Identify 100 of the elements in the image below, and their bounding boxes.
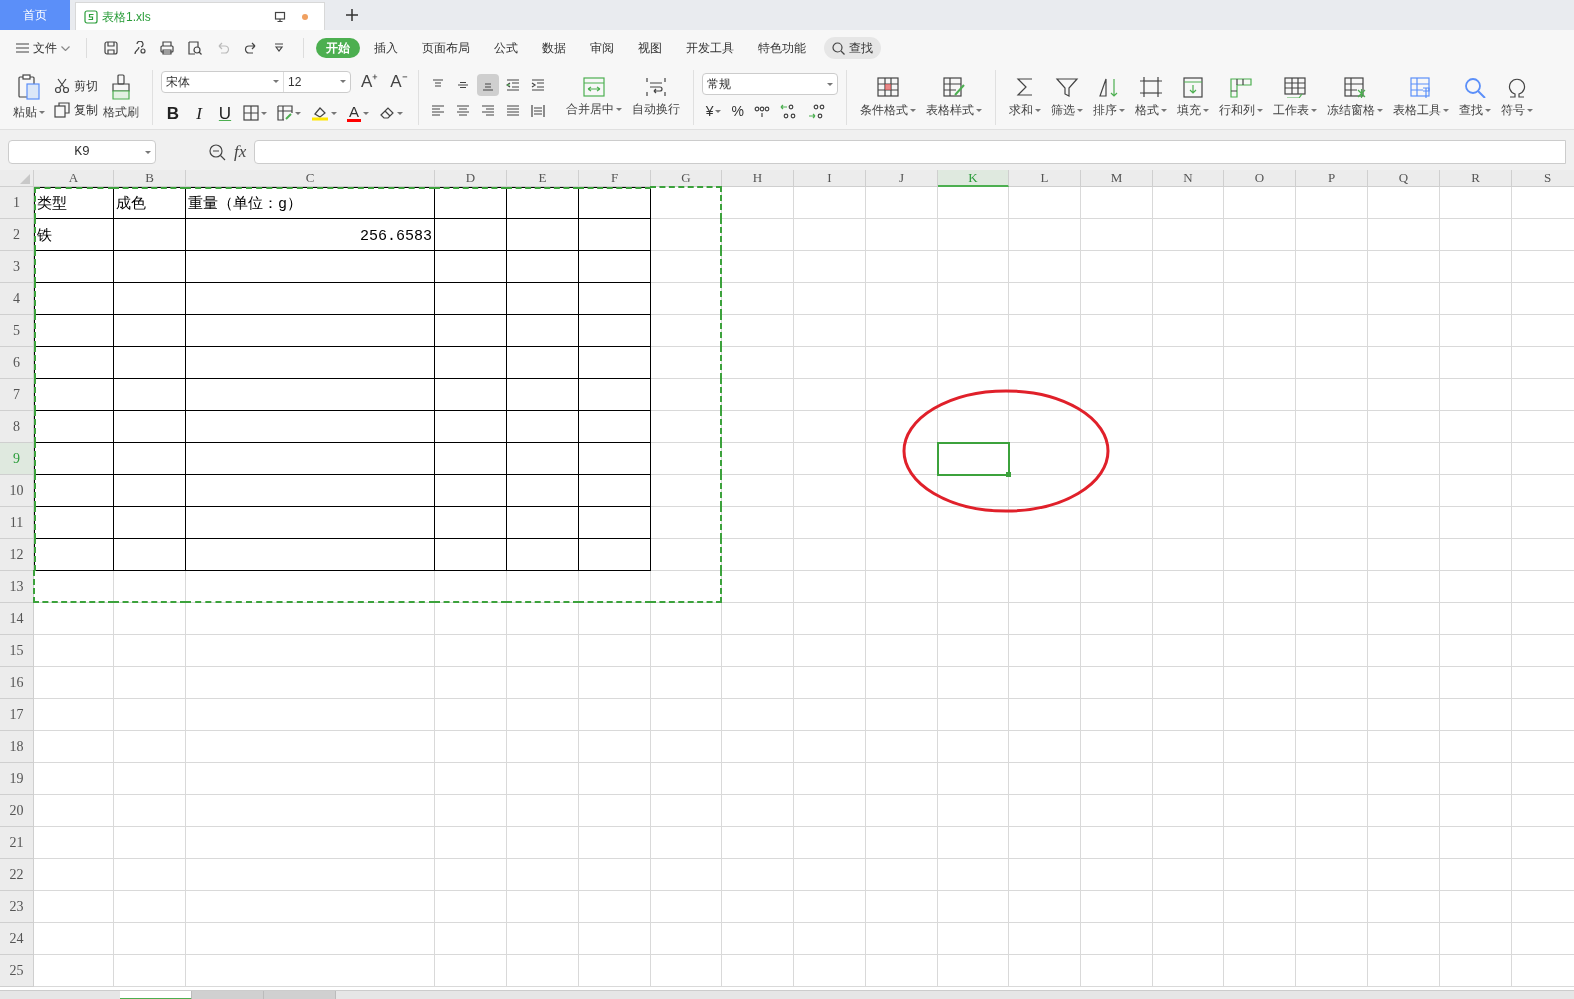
filter-button[interactable]: 筛选 bbox=[1045, 66, 1088, 129]
ribbon-tab[interactable]: 特色功能 bbox=[748, 38, 816, 58]
clear-button[interactable] bbox=[379, 105, 403, 122]
column-header[interactable]: J bbox=[866, 170, 938, 187]
caret-icon bbox=[1256, 108, 1263, 112]
decrease-font-button[interactable]: A⁻ bbox=[388, 69, 410, 95]
align-center-icon bbox=[455, 103, 470, 118]
row-header[interactable]: 18 bbox=[0, 731, 34, 763]
italic-button[interactable]: I bbox=[191, 100, 207, 126]
format-painter-button[interactable]: 格式刷 bbox=[98, 66, 144, 129]
row-header[interactable]: 19 bbox=[0, 763, 34, 795]
conditional-format-button[interactable]: 条件格式 bbox=[854, 66, 921, 129]
column-header[interactable]: O bbox=[1224, 170, 1296, 187]
column-header[interactable]: N bbox=[1153, 170, 1224, 187]
search-button[interactable]: 查找 bbox=[1453, 66, 1496, 129]
tab-title: 表格1.xls bbox=[102, 8, 152, 26]
column-header[interactable]: G bbox=[651, 170, 722, 187]
fill-button[interactable]: 填充 bbox=[1171, 66, 1214, 129]
row-header[interactable]: 4 bbox=[0, 283, 34, 315]
row-header[interactable]: 5 bbox=[0, 315, 34, 347]
row-header[interactable]: 17 bbox=[0, 699, 34, 731]
column-header[interactable]: C bbox=[186, 170, 435, 187]
row-header[interactable]: 2 bbox=[0, 219, 34, 251]
sort-button[interactable]: 排序 bbox=[1087, 66, 1130, 129]
row-header[interactable]: 14 bbox=[0, 603, 34, 635]
search-button[interactable]: 查找 bbox=[824, 37, 881, 59]
paintbrush-icon bbox=[111, 74, 131, 100]
worksheet-button[interactable]: 工作表 bbox=[1267, 66, 1322, 129]
ribbon-tab[interactable]: 视图 bbox=[628, 38, 672, 58]
sheet-tab[interactable] bbox=[120, 991, 192, 999]
paste-button[interactable]: 粘贴 bbox=[8, 66, 50, 129]
table-style-button[interactable]: 表格样式 bbox=[920, 66, 987, 129]
undo-icon bbox=[216, 41, 230, 55]
column-header[interactable]: F bbox=[579, 170, 651, 187]
row-header[interactable]: 15 bbox=[0, 635, 34, 667]
row-header[interactable]: 21 bbox=[0, 827, 34, 859]
column-header[interactable]: P bbox=[1296, 170, 1368, 187]
row-header[interactable]: 22 bbox=[0, 859, 34, 891]
currency-button[interactable]: ¥ bbox=[705, 101, 722, 122]
cut-button[interactable]: 剪切 bbox=[54, 76, 98, 95]
row-header[interactable]: 25 bbox=[0, 955, 34, 987]
file-tab[interactable]: 表格1.xls bbox=[75, 2, 325, 30]
sum-button[interactable]: 求和 bbox=[1003, 66, 1046, 129]
percent-button[interactable]: % bbox=[731, 101, 744, 122]
fill-color-button[interactable] bbox=[311, 105, 337, 122]
row-header[interactable]: 3 bbox=[0, 251, 34, 283]
row-header[interactable]: 6 bbox=[0, 347, 34, 379]
row-header[interactable]: 23 bbox=[0, 891, 34, 923]
cell-style-button[interactable] bbox=[277, 105, 301, 122]
column-header[interactable]: B bbox=[114, 170, 186, 187]
ribbon-tab[interactable]: 审阅 bbox=[580, 38, 624, 58]
ribbon-tab[interactable]: 页面布局 bbox=[412, 38, 480, 58]
caret-icon bbox=[826, 82, 833, 86]
row-header[interactable]: 1 bbox=[0, 187, 34, 219]
column-header[interactable]: M bbox=[1081, 170, 1153, 187]
freeze-panes-button[interactable]: 冻结窗格 bbox=[1321, 66, 1388, 129]
row-header[interactable]: 7 bbox=[0, 379, 34, 411]
rows-columns-button[interactable]: 行和列 bbox=[1213, 66, 1268, 129]
row-header[interactable]: 13 bbox=[0, 571, 34, 603]
row-header[interactable]: 24 bbox=[0, 923, 34, 955]
fill-handle[interactable] bbox=[1006, 472, 1011, 477]
column-header[interactable]: I bbox=[794, 170, 866, 187]
column-header[interactable]: L bbox=[1009, 170, 1081, 187]
table-tools-button[interactable]: 表格工具 bbox=[1387, 66, 1454, 129]
ribbon-tab[interactable]: 插入 bbox=[364, 38, 408, 58]
increase-decimal-button[interactable] bbox=[779, 103, 798, 120]
column-header[interactable]: A bbox=[34, 170, 114, 187]
file-menu[interactable]: 文件 bbox=[12, 39, 74, 57]
format-button[interactable]: 格式 bbox=[1129, 66, 1172, 129]
bold-button[interactable]: B bbox=[165, 100, 181, 126]
formula-input[interactable] bbox=[254, 140, 1566, 164]
row-header[interactable]: 10 bbox=[0, 475, 34, 507]
selected-cell[interactable] bbox=[937, 442, 1010, 476]
name-box[interactable]: K9 bbox=[8, 140, 156, 164]
wrap-text-button[interactable]: 自动换行 bbox=[626, 66, 685, 129]
symbol-button[interactable]: 符号 bbox=[1495, 66, 1538, 129]
row-header[interactable]: 20 bbox=[0, 795, 34, 827]
column-header[interactable]: S bbox=[1512, 170, 1574, 187]
copy-button[interactable]: 复制 bbox=[54, 100, 98, 119]
print-preview-icon bbox=[188, 41, 202, 55]
merge-center-button[interactable]: 合并居中 bbox=[560, 66, 627, 129]
ribbon-tab[interactable]: 公式 bbox=[484, 38, 528, 58]
row-header[interactable]: 12 bbox=[0, 539, 34, 571]
decrease-decimal-button[interactable] bbox=[807, 103, 826, 120]
increase-font-button[interactable]: A⁺ bbox=[359, 69, 381, 95]
borders-button[interactable] bbox=[243, 105, 267, 122]
font-color-button[interactable]: A bbox=[347, 104, 369, 123]
row-header[interactable]: 11 bbox=[0, 507, 34, 539]
number-format-field[interactable]: 常规 bbox=[701, 73, 838, 95]
column-header[interactable]: E bbox=[507, 170, 579, 187]
column-header[interactable]: D bbox=[435, 170, 507, 187]
ribbon-tab[interactable]: 数据 bbox=[532, 38, 576, 58]
row-header[interactable]: 16 bbox=[0, 667, 34, 699]
column-header[interactable]: Q bbox=[1368, 170, 1440, 187]
underline-button[interactable]: U bbox=[217, 100, 233, 126]
column-header[interactable]: R bbox=[1440, 170, 1512, 187]
row-header[interactable]: 8 bbox=[0, 411, 34, 443]
column-header[interactable]: H bbox=[722, 170, 794, 187]
ribbon-tab[interactable]: 开发工具 bbox=[676, 38, 744, 58]
thousands-separator-button[interactable] bbox=[753, 104, 770, 119]
